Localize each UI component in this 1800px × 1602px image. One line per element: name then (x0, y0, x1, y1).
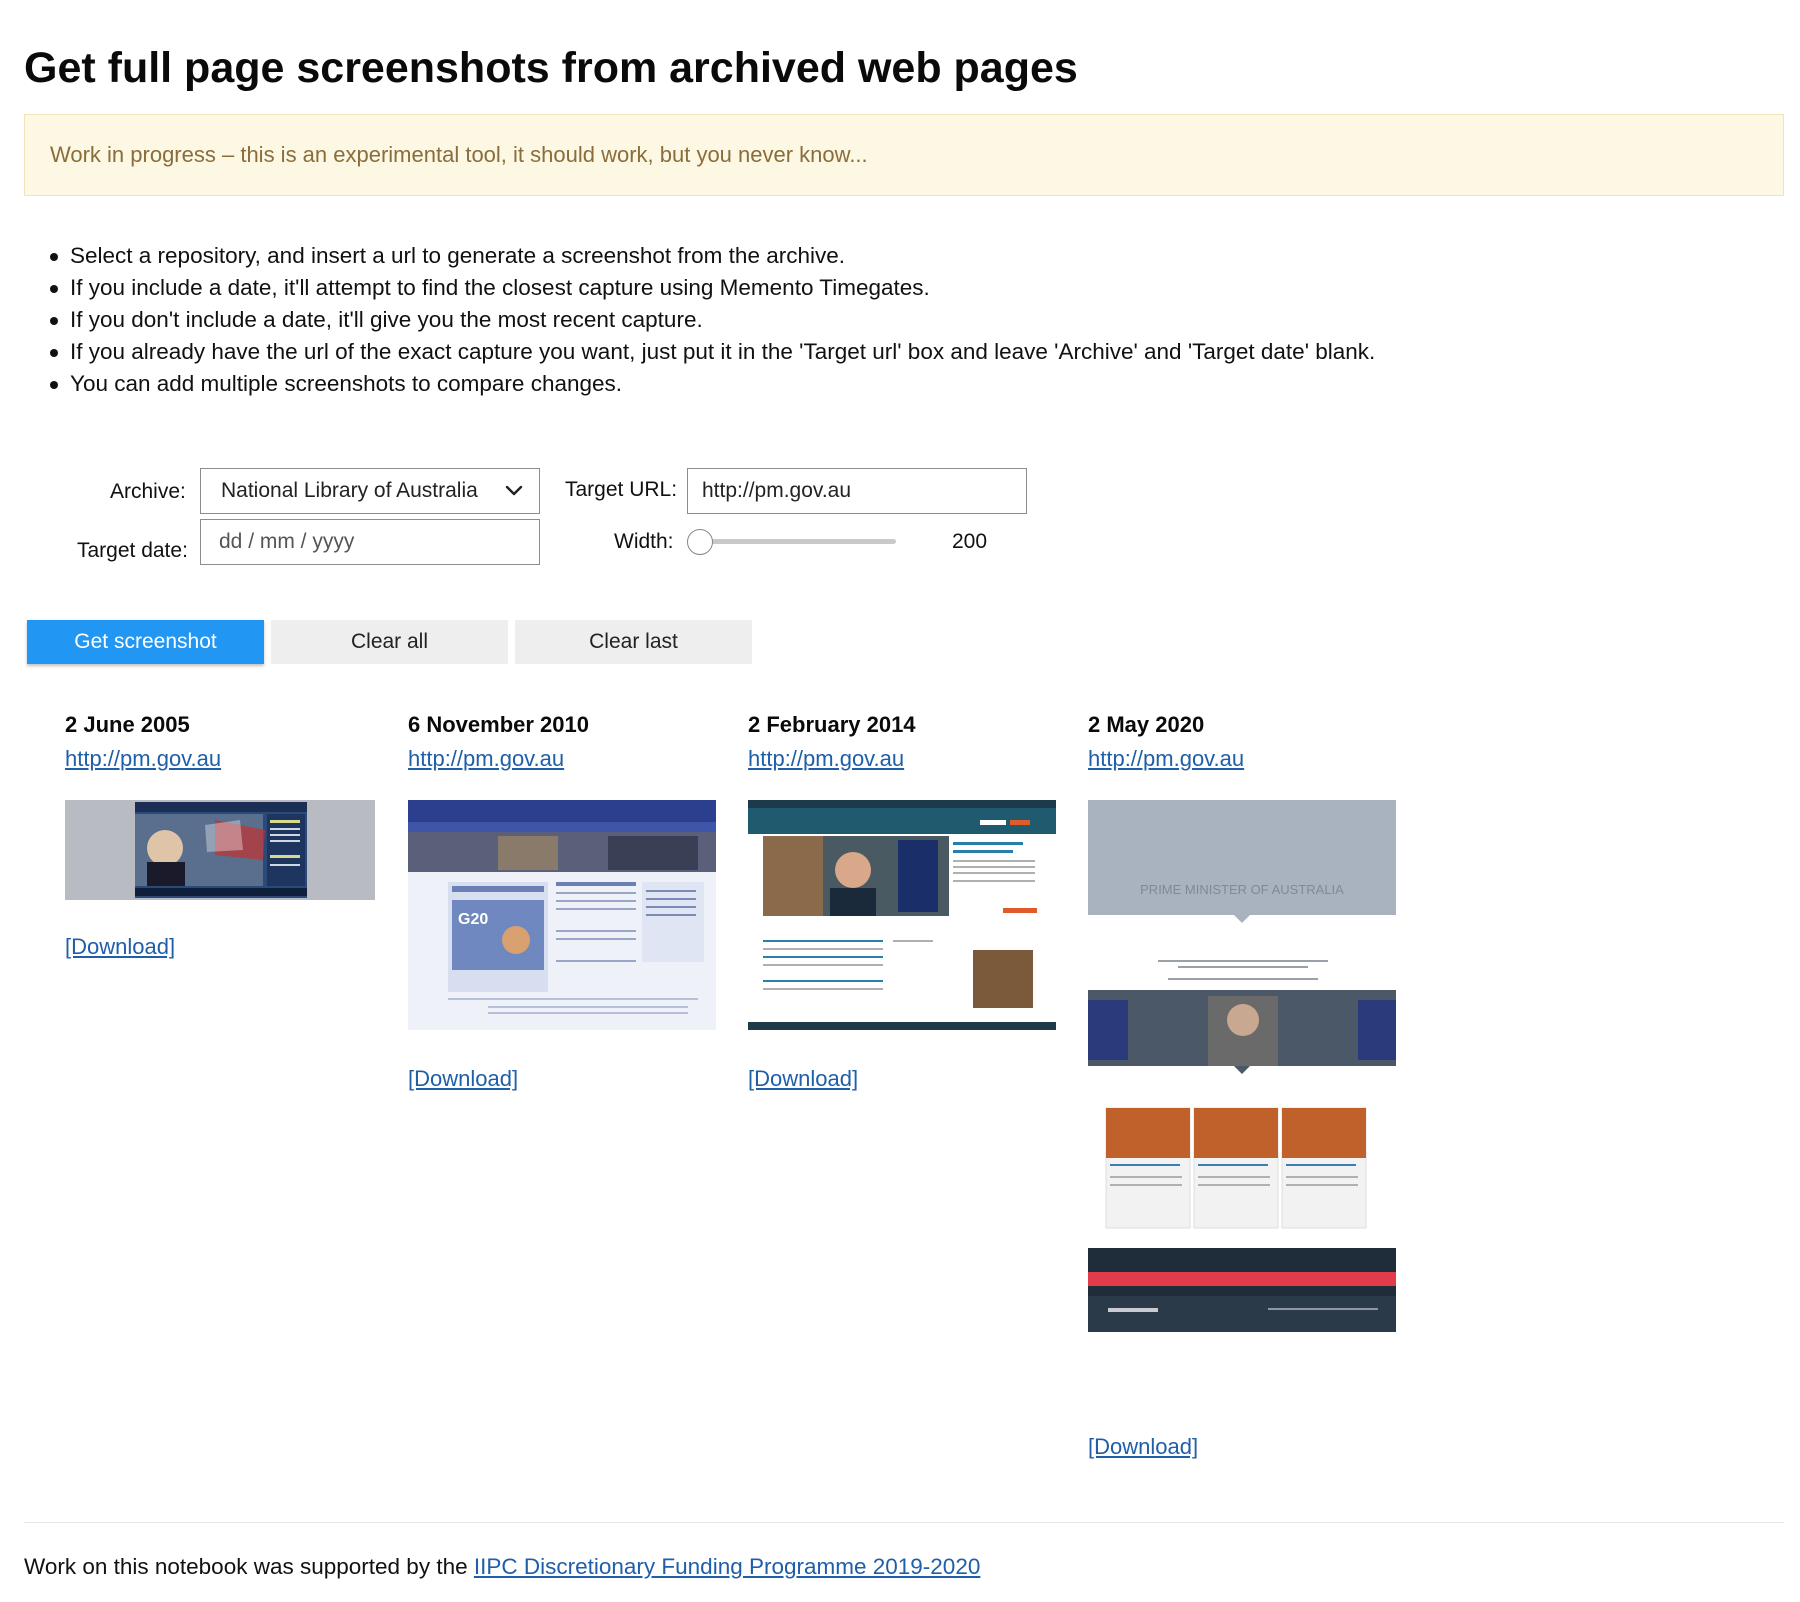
archive-label: Archive: (110, 480, 186, 503)
get-screenshot-button[interactable]: Get screenshot (27, 620, 264, 664)
instruction-item: If you include a date, it'll attempt to … (48, 272, 1375, 304)
clear-all-button[interactable]: Clear all (271, 620, 508, 664)
download-link[interactable]: [Download] (748, 1066, 858, 1092)
instruction-item: If you already have the url of the exact… (48, 336, 1375, 368)
width-label: Width: (614, 530, 674, 553)
thumbnail-image: G20 (408, 800, 716, 1014)
screenshot-card: 2 June 2005 http://pm.gov.au [Download] (65, 712, 375, 959)
instructions-list: Select a repository, and insert a url to… (48, 240, 1375, 400)
clear-last-button[interactable]: Clear last (515, 620, 752, 664)
thumbnail-image: PRIME MINISTER OF AUSTRALIA (1088, 800, 1396, 1332)
warning-alert: Work in progress – this is an experiment… (24, 114, 1784, 196)
chevron-down-icon (505, 485, 523, 496)
download-link[interactable]: [Download] (408, 1066, 518, 1092)
capture-date: 6 November 2010 (408, 712, 589, 737)
archive-select-value: National Library of Australia (221, 479, 478, 502)
download-link[interactable]: [Download] (1088, 1434, 1198, 1460)
screenshot-card: 2 February 2014 http://pm.gov.au [Downlo… (748, 712, 1058, 1091)
capture-url-link[interactable]: http://pm.gov.au (1088, 746, 1398, 786)
screenshot-thumbnail[interactable]: G20 (408, 800, 716, 1030)
capture-url-link[interactable]: http://pm.gov.au (65, 746, 375, 786)
instruction-item: Select a repository, and insert a url to… (48, 240, 1375, 272)
capture-date: 2 February 2014 (748, 712, 916, 737)
width-value: 200 (952, 530, 988, 553)
target-date-label: Target date: (77, 539, 188, 562)
footer: Work on this notebook was supported by t… (24, 1554, 980, 1580)
svg-text:G20: G20 (458, 911, 488, 928)
thumbnail-image (748, 800, 1056, 1030)
divider (24, 1522, 1784, 1523)
screenshot-card: 2 May 2020 http://pm.gov.au PRIME MINIST… (1088, 712, 1398, 1459)
target-url-label: Target URL: (565, 478, 678, 501)
page-title: Get full page screenshots from archived … (24, 44, 1078, 92)
instruction-item: If you don't include a date, it'll give … (48, 304, 1375, 336)
download-link[interactable]: [Download] (65, 934, 175, 960)
target-date-input[interactable]: dd / mm / yyyy (200, 519, 540, 565)
capture-date: 2 May 2020 (1088, 712, 1205, 737)
width-slider-track[interactable] (700, 539, 896, 544)
footer-text: Work on this notebook was supported by t… (24, 1554, 474, 1579)
capture-date: 2 June 2005 (65, 712, 190, 737)
funding-link[interactable]: IIPC Discretionary Funding Programme 201… (474, 1554, 981, 1579)
thumbnail-heading: PRIME MINISTER OF AUSTRALIA (1140, 882, 1344, 897)
archive-select[interactable]: National Library of Australia (200, 468, 540, 514)
screenshot-thumbnail[interactable] (65, 800, 375, 900)
instruction-item: You can add multiple screenshots to comp… (48, 368, 1375, 400)
screenshot-thumbnail[interactable]: PRIME MINISTER OF AUSTRALIA (1088, 800, 1396, 1332)
capture-url-link[interactable]: http://pm.gov.au (748, 746, 1058, 786)
target-url-input[interactable]: http://pm.gov.au (687, 468, 1027, 514)
screenshot-thumbnail[interactable] (748, 800, 1056, 1030)
thumbnail-image (135, 802, 307, 898)
screenshot-card: 6 November 2010 http://pm.gov.au G20 [Do… (408, 712, 718, 1091)
capture-url-link[interactable]: http://pm.gov.au (408, 746, 718, 786)
width-slider-handle[interactable] (687, 529, 713, 555)
